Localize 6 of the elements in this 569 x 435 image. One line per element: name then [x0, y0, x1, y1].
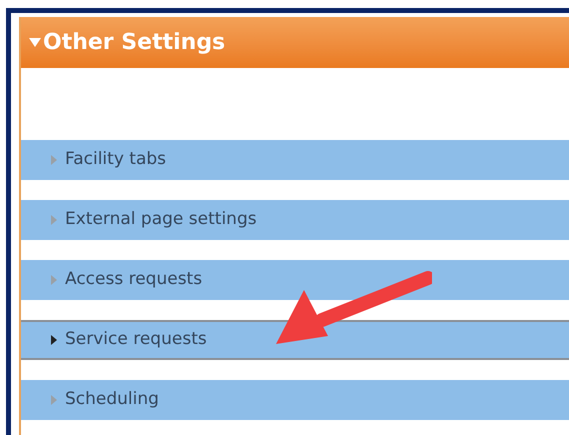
settings-row[interactable]: Service requests	[21, 320, 569, 360]
settings-row[interactable]: Access requests	[21, 260, 569, 300]
settings-row[interactable]: External page settings	[21, 200, 569, 240]
settings-row[interactable]: Scheduling	[21, 380, 569, 420]
settings-row[interactable]: Facility tabs	[21, 140, 569, 180]
section-header[interactable]: Other Settings	[21, 17, 569, 68]
